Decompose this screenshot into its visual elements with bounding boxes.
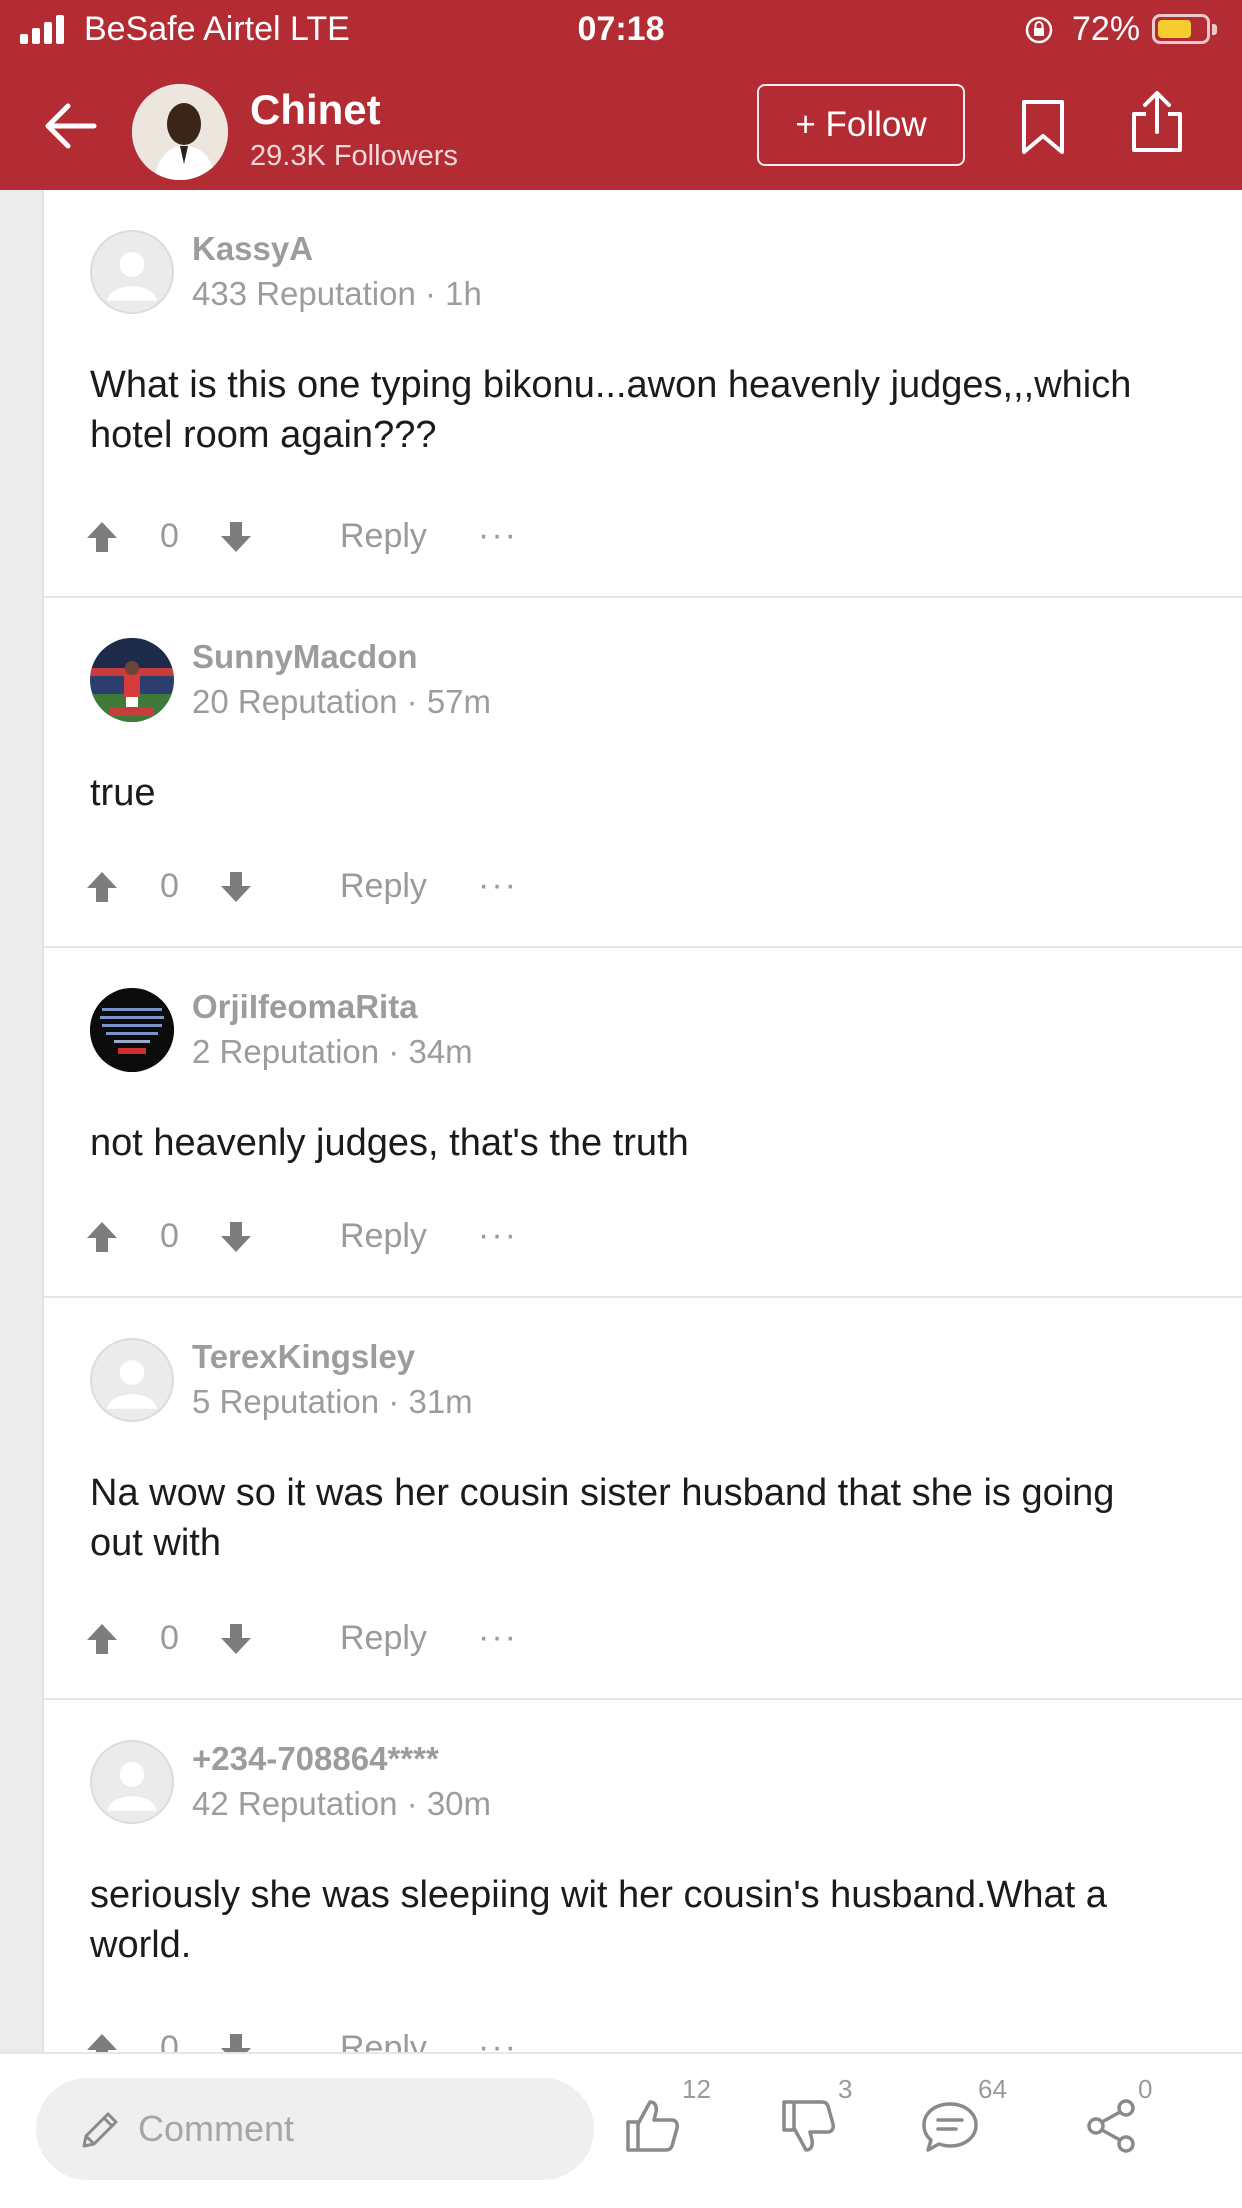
vote-count: 0: [160, 2029, 179, 2052]
comment-text: seriously she was sleepiing wit her cous…: [90, 1874, 1107, 1966]
comment-text: true: [90, 772, 156, 814]
comment-item: SunnyMacdon 20 Reputation · 57m true 0 R…: [44, 598, 1242, 948]
comment-username[interactable]: SunnyMacdon: [192, 638, 418, 676]
status-time: 07:18: [577, 10, 665, 48]
default-avatar-icon[interactable]: [90, 1338, 174, 1422]
downvote-icon[interactable]: [218, 2031, 254, 2052]
thread-indent-bar: [0, 190, 42, 2052]
comment-count: 64: [978, 2074, 1007, 2104]
author-name[interactable]: Chinet: [250, 86, 381, 134]
bookmark-icon[interactable]: [1020, 98, 1066, 156]
downvote-icon[interactable]: [218, 1219, 254, 1255]
share-count: 0: [1138, 2074, 1153, 2104]
more-options-icon[interactable]: ···: [478, 2030, 518, 2052]
battery-percent: 72%: [1072, 10, 1141, 48]
reply-button[interactable]: Reply: [340, 2029, 427, 2052]
more-options-icon[interactable]: ···: [478, 1218, 518, 1252]
follow-button[interactable]: + Follow: [757, 84, 965, 166]
thumbs-up-icon[interactable]: [622, 2096, 682, 2156]
reply-button[interactable]: Reply: [340, 517, 427, 556]
comment-meta: 5 Reputation · 31m: [192, 1383, 473, 1420]
upvote-icon[interactable]: [84, 2031, 120, 2052]
comment-meta: 2 Reputation · 34m: [192, 1033, 473, 1070]
vote-count: 0: [160, 1217, 179, 1255]
comment-text: Na wow so it was her cousin sister husba…: [90, 1472, 1115, 1564]
comment-placeholder: Comment: [138, 2108, 295, 2149]
vote-count: 0: [160, 517, 179, 555]
comment-bubble-icon[interactable]: [920, 2096, 980, 2156]
comment-username[interactable]: +234-708864****: [192, 1740, 439, 1778]
comment-text: What is this one typing bikonu...awon he…: [90, 364, 1132, 456]
comment-actions: 0 Reply ···: [84, 857, 644, 917]
comment-username[interactable]: TerexKingsley: [192, 1338, 415, 1376]
status-bar: BeSafe Airtel LTE 07:18 72%: [0, 0, 1242, 60]
share-icon[interactable]: [1128, 90, 1186, 154]
reply-button[interactable]: Reply: [340, 1619, 427, 1658]
pen-icon: [82, 2112, 118, 2148]
reply-button[interactable]: Reply: [340, 1217, 427, 1256]
more-options-icon[interactable]: ···: [478, 1620, 518, 1654]
share-network-icon[interactable]: [1082, 2096, 1142, 2156]
upvote-icon[interactable]: [84, 869, 120, 905]
battery-icon: [1152, 14, 1210, 44]
battery-fill: [1158, 20, 1191, 38]
comment-text: not heavenly judges, that's the truth: [90, 1122, 689, 1164]
back-arrow-icon[interactable]: [40, 98, 100, 154]
upvote-icon[interactable]: [84, 1219, 120, 1255]
rotation-lock-icon: [1025, 16, 1053, 44]
author-followers: 29.3K Followers: [250, 140, 458, 172]
comment-input[interactable]: Comment: [36, 2078, 594, 2180]
comment-username[interactable]: KassyA: [192, 230, 313, 268]
downvote-icon[interactable]: [218, 869, 254, 905]
vote-count: 0: [160, 867, 179, 905]
reply-button[interactable]: Reply: [340, 867, 427, 906]
comment-meta: 20 Reputation · 57m: [192, 683, 492, 720]
upvote-icon[interactable]: [84, 519, 120, 555]
comment-list[interactable]: KassyA 433 Reputation · 1h What is this …: [44, 190, 1242, 2052]
bottom-action-bar: Comment 12 3 64 0: [0, 2052, 1242, 2208]
comment-username[interactable]: OrjiIfeomaRita: [192, 988, 418, 1026]
comment-meta: 42 Reputation · 30m: [192, 1785, 492, 1822]
dislike-count: 3: [838, 2074, 853, 2104]
thumbs-down-icon[interactable]: [778, 2096, 838, 2156]
comment-actions: 0 Reply ···: [84, 507, 644, 567]
upvote-icon[interactable]: [84, 1621, 120, 1657]
comment-item: TerexKingsley 5 Reputation · 31m Na wow …: [44, 1298, 1242, 1700]
default-avatar-icon[interactable]: [90, 230, 174, 314]
comment-meta: 433 Reputation · 1h: [192, 275, 482, 312]
battery-tip: [1212, 24, 1217, 35]
app-header: BeSafe Airtel LTE 07:18 72% Chinet 29.3K…: [0, 0, 1242, 190]
downvote-icon[interactable]: [218, 519, 254, 555]
more-options-icon[interactable]: ···: [478, 518, 518, 552]
like-count: 12: [682, 2074, 711, 2104]
vote-count: 0: [160, 1619, 179, 1657]
comment-item: +234-708864**** 42 Reputation · 30m seri…: [44, 1700, 1242, 2052]
comment-actions: 0 Reply ···: [84, 1207, 644, 1267]
default-avatar-icon[interactable]: [90, 1740, 174, 1824]
user-avatar[interactable]: [90, 988, 174, 1072]
comment-actions: 0 Reply ···: [84, 1609, 644, 1669]
user-avatar[interactable]: [90, 638, 174, 722]
author-avatar[interactable]: [132, 84, 228, 180]
more-options-icon[interactable]: ···: [478, 868, 518, 902]
comment-item: KassyA 433 Reputation · 1h What is this …: [44, 190, 1242, 598]
comment-item: OrjiIfeomaRita 2 Reputation · 34m not he…: [44, 948, 1242, 1298]
comment-actions: 0 Reply ···: [84, 2019, 644, 2052]
downvote-icon[interactable]: [218, 1621, 254, 1657]
